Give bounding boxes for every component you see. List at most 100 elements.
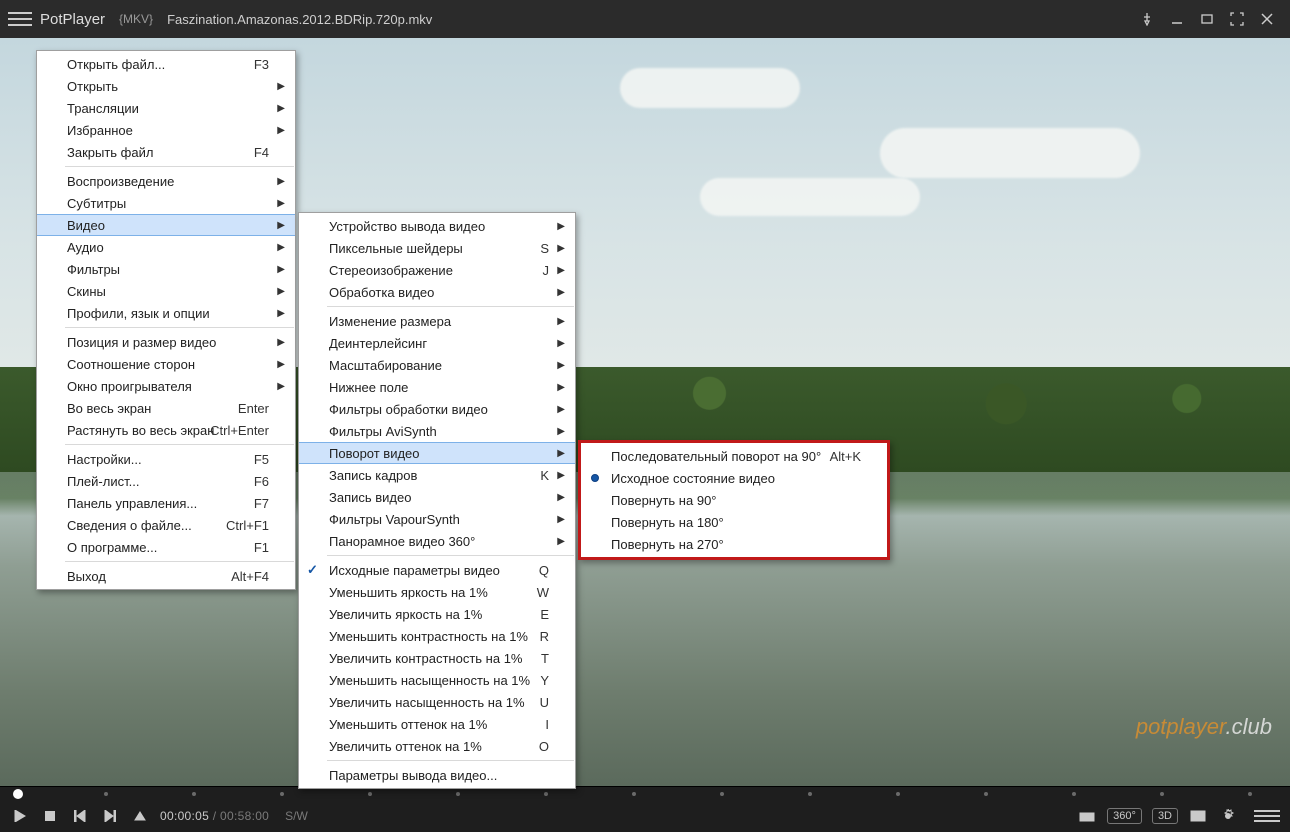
next-button[interactable] — [100, 806, 120, 826]
menu-item[interactable]: Закрыть файлF4 — [37, 141, 295, 163]
submenu-arrow-icon: ▶ — [557, 536, 565, 547]
submenu-arrow-icon: ▶ — [277, 308, 285, 319]
menu-shortcut: F4 — [254, 145, 269, 160]
submenu-arrow-icon: ▶ — [277, 198, 285, 209]
submenu-arrow-icon: ▶ — [557, 360, 565, 371]
menu-item[interactable]: Увеличить насыщенность на 1%U — [299, 691, 575, 713]
submenu-arrow-icon: ▶ — [277, 242, 285, 253]
menu-item[interactable]: Уменьшить яркость на 1%W — [299, 581, 575, 603]
menu-item[interactable]: Повернуть на 90° — [581, 489, 887, 511]
minimize-button[interactable] — [1162, 4, 1192, 34]
playlist-button[interactable] — [1254, 806, 1280, 826]
menu-item-label: Обработка видео — [329, 285, 434, 300]
menu-item[interactable]: Видео▶ — [37, 214, 295, 236]
menu-item[interactable]: Уменьшить насыщенность на 1%Y — [299, 669, 575, 691]
main-menu-button[interactable] — [8, 7, 32, 31]
fullscreen-button[interactable] — [1222, 4, 1252, 34]
menu-item[interactable]: Пиксельные шейдерыS▶ — [299, 237, 575, 259]
menu-item[interactable]: Фильтры AviSynth▶ — [299, 420, 575, 442]
submenu-arrow-icon: ▶ — [557, 338, 565, 349]
menu-item[interactable]: Открыть файл...F3 — [37, 53, 295, 75]
360-toggle[interactable]: 360° — [1107, 808, 1142, 824]
menu-item-label: Уменьшить оттенок на 1% — [329, 717, 487, 732]
menu-item[interactable]: О программе...F1 — [37, 536, 295, 558]
menu-item[interactable]: Фильтры▶ — [37, 258, 295, 280]
menu-item[interactable]: ВыходAlt+F4 — [37, 565, 295, 587]
subtitle-icon[interactable] — [1188, 806, 1208, 826]
maximize-button[interactable] — [1192, 4, 1222, 34]
menu-item[interactable]: Открыть▶ — [37, 75, 295, 97]
menu-item-label: Трансляции — [67, 101, 139, 116]
menu-item[interactable]: Параметры вывода видео... — [299, 764, 575, 786]
menu-item[interactable]: Фильтры обработки видео▶ — [299, 398, 575, 420]
menu-item[interactable]: Изменение размера▶ — [299, 310, 575, 332]
open-button[interactable] — [130, 806, 150, 826]
menu-item[interactable]: Обработка видео▶ — [299, 281, 575, 303]
menu-item-label: Уменьшить яркость на 1% — [329, 585, 488, 600]
settings-icon[interactable] — [1218, 806, 1238, 826]
time-display: 00:00:05 / 00:58:00 — [160, 809, 269, 823]
menu-item-label: Исходные параметры видео — [329, 563, 500, 578]
menu-item[interactable]: Сведения о файле...Ctrl+F1 — [37, 514, 295, 536]
prev-button[interactable] — [70, 806, 90, 826]
submenu-arrow-icon: ▶ — [557, 470, 565, 481]
menu-item[interactable]: Исходное состояние видео — [581, 467, 887, 489]
play-button[interactable] — [10, 806, 30, 826]
menu-item[interactable]: Во весь экранEnter — [37, 397, 295, 419]
seek-bar[interactable] — [0, 786, 1290, 800]
pin-icon[interactable] — [1132, 4, 1162, 34]
menu-item-label: Уменьшить контрастность на 1% — [329, 629, 528, 644]
menu-item[interactable]: Трансляции ▶ — [37, 97, 295, 119]
video-submenu[interactable]: Устройство вывода видео▶Пиксельные шейде… — [298, 212, 576, 789]
menu-item[interactable]: Растянуть во весь экранCtrl+Enter — [37, 419, 295, 441]
menu-item[interactable]: Панорамное видео 360°▶ — [299, 530, 575, 552]
main-context-menu[interactable]: Открыть файл...F3Открыть▶ Трансляции ▶ Избр… — [36, 50, 296, 590]
menu-item[interactable]: Запись видео▶ — [299, 486, 575, 508]
menu-item[interactable]: Избранное▶ — [37, 119, 295, 141]
menu-item[interactable]: Настройки...F5 — [37, 448, 295, 470]
stop-button[interactable] — [40, 806, 60, 826]
menu-item[interactable]: Уменьшить оттенок на 1%I — [299, 713, 575, 735]
menu-item[interactable]: Аудио▶ — [37, 236, 295, 258]
menu-item[interactable]: Масштабирование▶ — [299, 354, 575, 376]
menu-item-label: Запись кадров — [329, 468, 417, 483]
menu-item-label: Запись видео — [329, 490, 411, 505]
menu-item-label: Панель управления... — [67, 496, 197, 511]
menu-item[interactable]: Деинтерлейсинг▶ — [299, 332, 575, 354]
submenu-arrow-icon: ▶ — [277, 264, 285, 275]
menu-item[interactable]: Нижнее поле▶ — [299, 376, 575, 398]
menu-item[interactable]: Панель управления...F7 — [37, 492, 295, 514]
menu-item[interactable]: Уменьшить контрастность на 1%R — [299, 625, 575, 647]
menu-item[interactable]: Фильтры VapourSynth▶ — [299, 508, 575, 530]
seek-knob[interactable] — [13, 789, 23, 799]
submenu-arrow-icon: ▶ — [277, 103, 285, 114]
menu-item[interactable]: Увеличить оттенок на 1%O — [299, 735, 575, 757]
menu-item[interactable]: Устройство вывода видео▶ — [299, 215, 575, 237]
menu-item[interactable]: Субтитры▶ — [37, 192, 295, 214]
menu-item[interactable]: Поворот видео▶ — [299, 442, 575, 464]
menu-item[interactable]: Последовательный поворот на 90°Alt+K — [581, 445, 887, 467]
menu-item[interactable]: Увеличить контрастность на 1%T — [299, 647, 575, 669]
menu-item[interactable]: Повернуть на 180° — [581, 511, 887, 533]
menu-item[interactable]: Воспроизведение▶ — [37, 170, 295, 192]
menu-shortcut: E — [540, 607, 549, 622]
close-button[interactable] — [1252, 4, 1282, 34]
menu-item[interactable]: Запись кадровK▶ — [299, 464, 575, 486]
menu-item[interactable]: Плей-лист...F6 — [37, 470, 295, 492]
menu-item[interactable]: Профили, язык и опции▶ — [37, 302, 295, 324]
menu-shortcut: F1 — [254, 540, 269, 555]
menu-item[interactable]: Позиция и размер видео▶ — [37, 331, 295, 353]
3d-toggle[interactable]: 3D — [1152, 808, 1178, 824]
menu-item-label: Фильтры обработки видео — [329, 402, 488, 417]
menu-item[interactable]: Скины▶ — [37, 280, 295, 302]
menu-item[interactable]: Окно проигрывателя▶ — [37, 375, 295, 397]
screenshot-icon[interactable] — [1077, 806, 1097, 826]
menu-shortcut: F6 — [254, 474, 269, 489]
menu-item[interactable]: СтереоизображениеJ▶ — [299, 259, 575, 281]
menu-item[interactable]: Повернуть на 270° — [581, 533, 887, 555]
menu-shortcut: Y — [540, 673, 549, 688]
menu-item[interactable]: ✓Исходные параметры видеоQ — [299, 559, 575, 581]
menu-item[interactable]: Увеличить яркость на 1%E — [299, 603, 575, 625]
rotate-submenu[interactable]: Последовательный поворот на 90°Alt+KИсхо… — [578, 440, 890, 560]
menu-item[interactable]: Соотношение сторон▶ — [37, 353, 295, 375]
